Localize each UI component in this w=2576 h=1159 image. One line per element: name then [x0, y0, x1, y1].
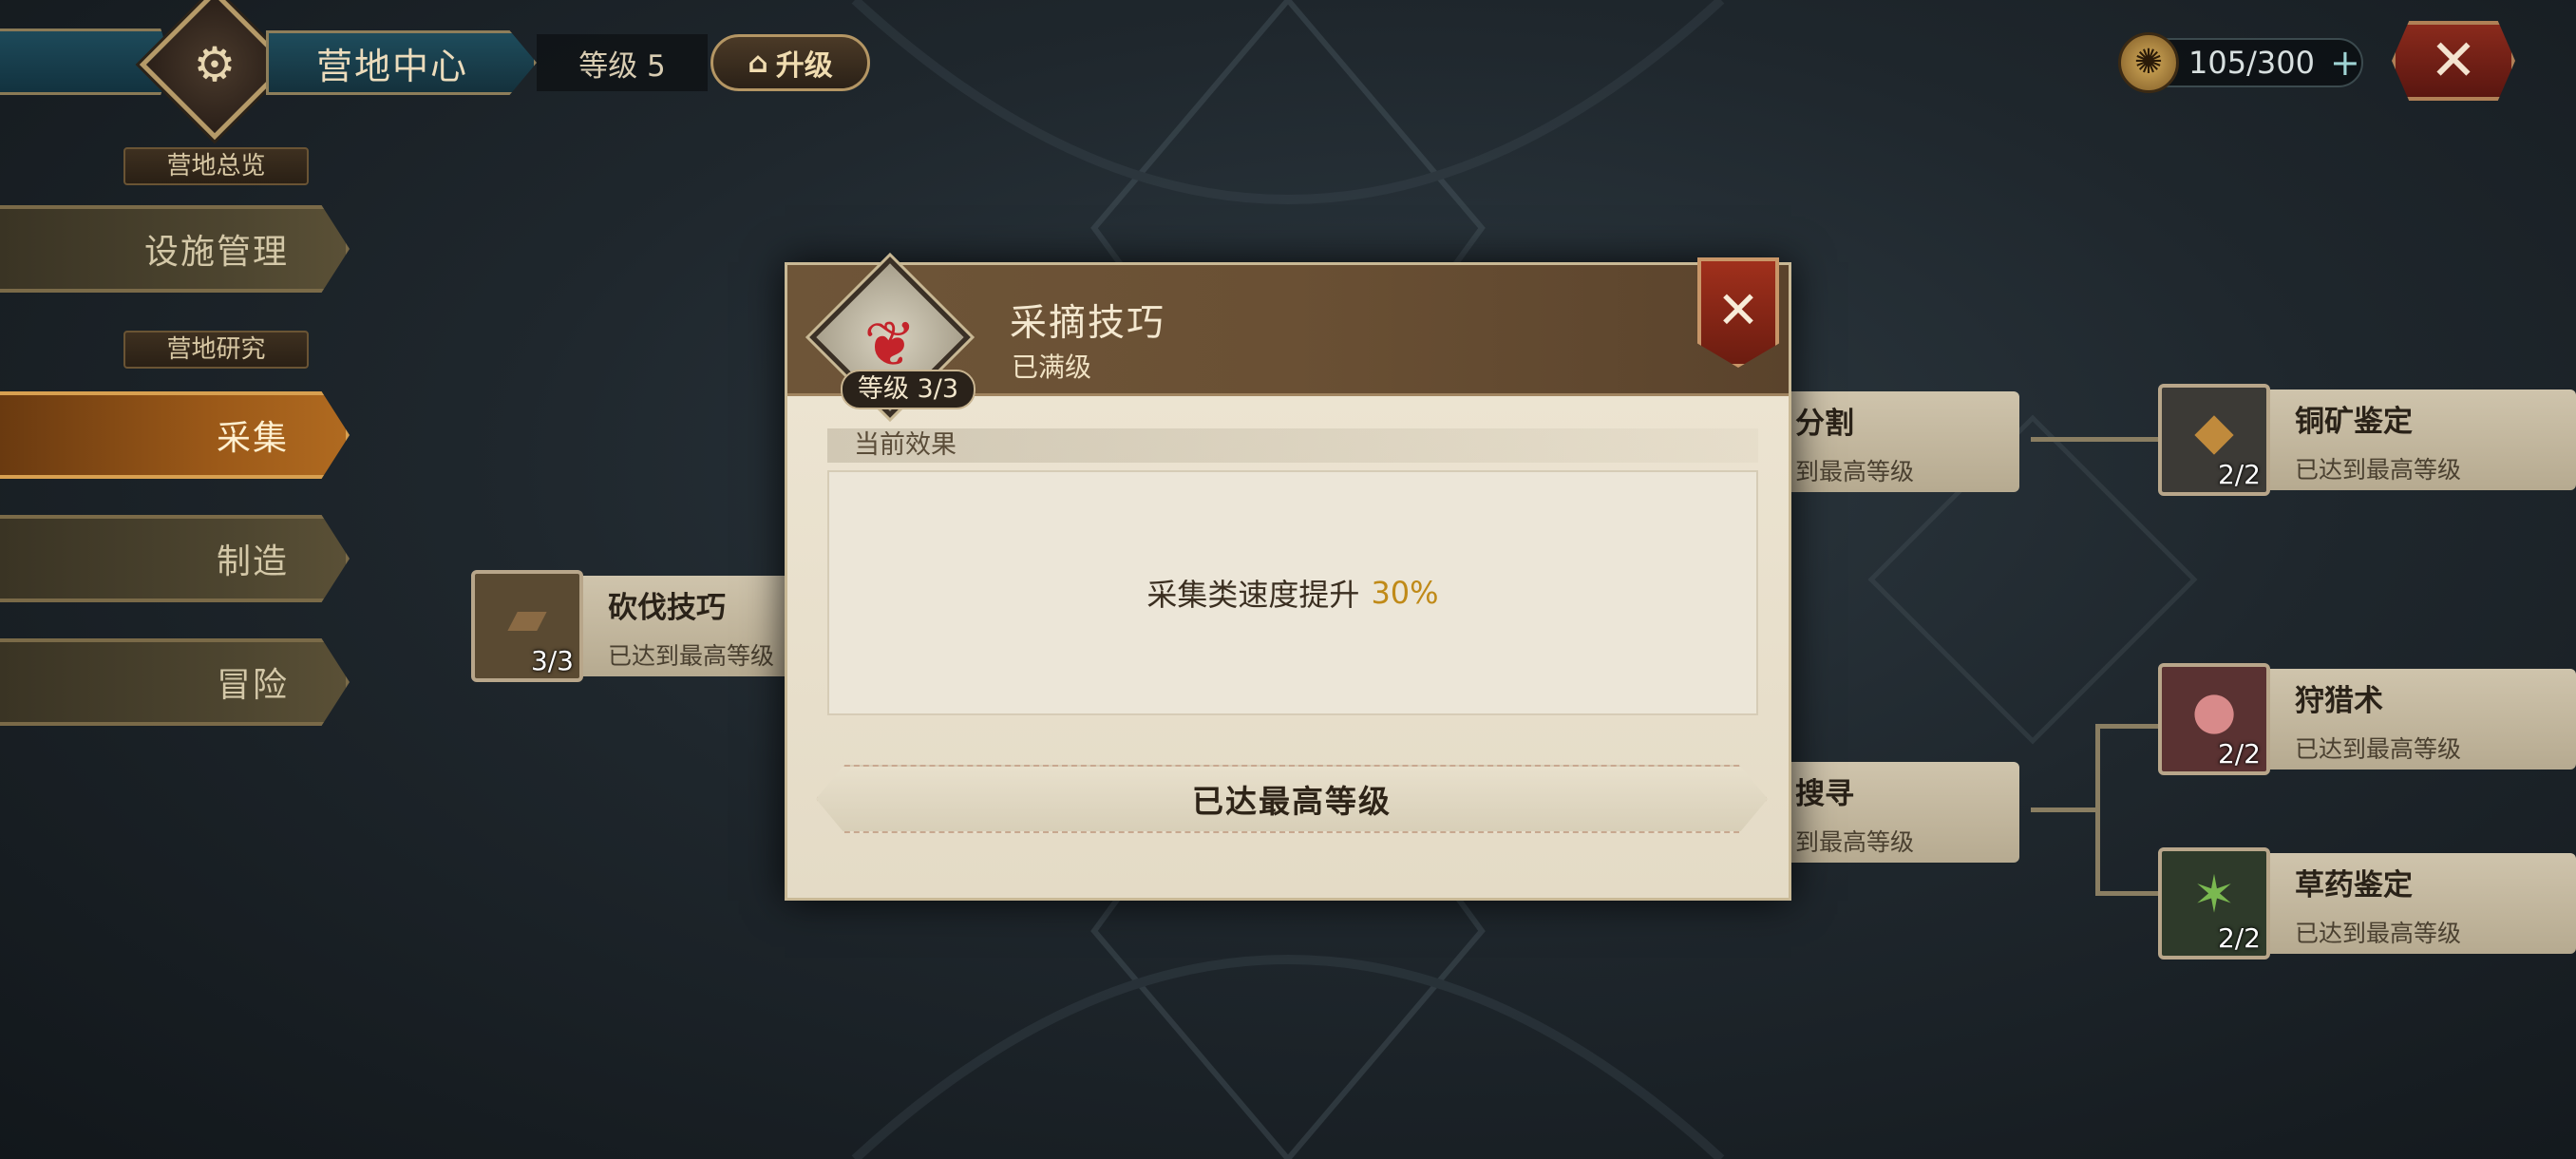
- node-subtitle: 到最高等级: [1795, 458, 1915, 485]
- node-panel: 砍伐技巧 已达到最高等级: [583, 576, 794, 676]
- section-label-research: 营地研究: [123, 331, 309, 369]
- sidebar-item-facility[interactable]: 设施管理: [0, 205, 350, 293]
- sidebar-item-crafting[interactable]: 制造: [0, 515, 350, 602]
- tree-connector: [2095, 724, 2160, 729]
- effect-text: 采集类速度提升: [1146, 577, 1360, 613]
- node-title: 搜寻: [1795, 777, 1854, 811]
- node-subtitle: 已达到最高等级: [2295, 456, 2462, 484]
- upgrade-icon: ⌂: [748, 46, 768, 80]
- sidebar-item-adventure[interactable]: 冒险: [0, 638, 350, 726]
- camp-level-text: 等级 5: [578, 48, 666, 84]
- camp-level: 等级 5: [537, 34, 708, 91]
- skill-node-copper[interactable]: ◆ 2/2 铜矿鉴定 已达到最高等级: [2158, 384, 2576, 496]
- herb-icon: ✶ 2/2: [2158, 847, 2270, 960]
- effect-box: 采集类速度提升 30%: [827, 470, 1758, 715]
- node-subtitle: 已达到最高等级: [2295, 735, 2462, 763]
- upgrade-label: 升级: [775, 49, 833, 83]
- node-subtitle: 已达到最高等级: [2295, 920, 2462, 947]
- modal-title: 采摘技巧: [1010, 302, 1166, 345]
- modal-subtitle: 已满级: [1012, 352, 1092, 383]
- node-title: 砍伐技巧: [608, 591, 726, 625]
- sidebar-item-gathering[interactable]: 采集: [0, 391, 350, 479]
- sidebar-item-label: 采集: [216, 419, 289, 458]
- node-title: 狩猎术: [2295, 684, 2383, 718]
- node-count: 2/2: [2217, 922, 2261, 954]
- sidebar-item-label: 制造: [216, 542, 289, 581]
- sidebar-item-label: 冒险: [216, 666, 289, 705]
- skill-detail-modal: ❦ 等级 3/3 采摘技巧 已满级 ✕ 当前效果 采集类速度提升 30% 已达最…: [785, 256, 1791, 901]
- coin-icon: ✺: [2118, 32, 2179, 93]
- skill-node-herb[interactable]: ✶ 2/2 草药鉴定 已达到最高等级: [2158, 847, 2576, 960]
- node-panel: 狩猎术 已达到最高等级: [2270, 669, 2576, 770]
- skill-node-logging[interactable]: ▰ 3/3 砍伐技巧 已达到最高等级: [471, 570, 794, 682]
- ore-icon: ◆ 2/2: [2158, 384, 2270, 496]
- effect-section-label: 当前效果: [827, 428, 1758, 463]
- meat-icon: ● 2/2: [2158, 663, 2270, 775]
- node-subtitle: 已达到最高等级: [608, 642, 775, 670]
- currency-add-button[interactable]: +: [2330, 42, 2360, 84]
- node-subtitle: 到最高等级: [1795, 828, 1915, 856]
- node-count: 2/2: [2217, 459, 2261, 490]
- log-icon: ▰ 3/3: [471, 570, 583, 682]
- main-close-button[interactable]: ✕: [2392, 21, 2515, 101]
- camp-gear-icon: ⚙: [193, 37, 237, 92]
- sidebar-item-label: 设施管理: [143, 233, 289, 272]
- node-count: 3/3: [530, 645, 574, 676]
- skill-node-hunting[interactable]: ● 2/2 狩猎术 已达到最高等级: [2158, 663, 2576, 775]
- camp-title: 营地中心: [266, 30, 537, 95]
- skill-node-search[interactable]: 搜寻 到最高等级: [1791, 762, 2019, 863]
- tree-connector: [2095, 724, 2100, 895]
- camp-title-text: 营地中心: [316, 45, 469, 87]
- max-level-button[interactable]: 已达最高等级: [816, 765, 1768, 833]
- tree-connector: [2095, 891, 2160, 896]
- node-count: 2/2: [2217, 738, 2261, 770]
- node-panel: 铜矿鉴定 已达到最高等级: [2270, 390, 2576, 490]
- node-panel: 草药鉴定 已达到最高等级: [2270, 853, 2576, 954]
- currency-value: 105/300: [2188, 45, 2315, 81]
- node-title: 草药鉴定: [2295, 868, 2413, 902]
- modal-level-badge: 等级 3/3: [841, 370, 975, 409]
- node-title: 铜矿鉴定: [2295, 405, 2413, 439]
- section-label-overview: 营地总览: [123, 147, 309, 185]
- tree-connector: [2031, 437, 2160, 442]
- skill-node-split[interactable]: 分割 到最高等级: [1791, 391, 2019, 492]
- upgrade-button[interactable]: ⌂ 升级: [710, 34, 870, 91]
- effect-value: 30%: [1371, 575, 1439, 611]
- tree-connector: [2031, 808, 2099, 812]
- node-title: 分割: [1795, 407, 1854, 441]
